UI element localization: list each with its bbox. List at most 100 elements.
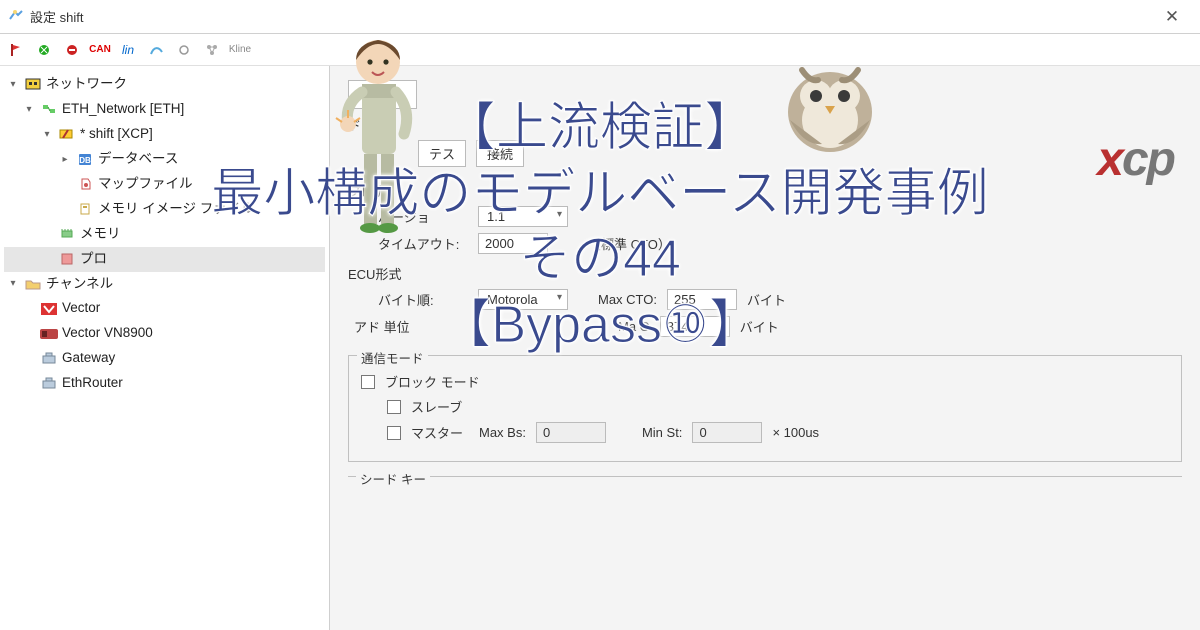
comm-mode-group: 通信モード ブロック モード スレーブ マスター Max Bs: 0 Min S… [348,355,1182,462]
flag-icon[interactable] [6,40,26,60]
label-max-dto: Ma O [618,319,650,334]
dto-unit: バイト [740,317,779,336]
label-version: バージョ [378,207,468,226]
tree-label: ETH_Network [ETH] [62,98,184,121]
expand-icon[interactable]: ▾ [40,126,54,143]
can-icon[interactable]: CAN [90,40,110,60]
app-icon [8,9,24,25]
tree-label: Gateway [62,347,115,370]
flexray-icon[interactable] [146,40,166,60]
tree-label: プロ [80,248,107,271]
label-minst: Min St: [642,425,682,440]
xcp-node-icon [58,126,76,142]
mapfile-icon [76,176,94,192]
vector-icon [40,301,58,317]
memimage-icon [76,201,94,217]
byteorder-select[interactable]: Motorola [478,289,568,310]
bug-green-icon[interactable] [34,40,54,60]
expand-icon[interactable]: ▾ [22,101,36,118]
protocol-icon [58,251,76,267]
tree-ch-vn8900[interactable]: Vector VN8900 [4,321,325,346]
folder-icon [24,276,42,292]
vn8900-icon [40,326,58,342]
minst-input[interactable]: 0 [692,422,762,443]
xcp-logo: xcp [1097,132,1174,187]
tabs: な設定 [348,80,1182,109]
expand-icon[interactable]: ▾ [6,275,20,292]
close-button[interactable]: ✕ [1152,3,1192,31]
label-do: ド [348,115,361,134]
comm-mode-title: 通信モード [357,348,428,367]
ecu-title: ECU形式 [348,264,1182,283]
tree-eth-network[interactable]: ▾ ETH_Network [ETH] [4,97,325,122]
tree-label: メモリ イメージ ファイル [98,198,254,221]
memory-icon [58,226,76,242]
tree-panel: ▾ ネットワーク ▾ ETH_Network [ETH] ▾ * shift [… [0,66,330,630]
label-block-mode: ブロック モード [385,372,480,391]
database-icon: DB [76,151,94,167]
tree-memimage[interactable]: メモリ イメージ ファイル [4,197,325,222]
label-maxbs: Max Bs: [479,425,526,440]
max-dto-input[interactable]: 374 [660,316,730,337]
titlebar: 設定 shift ✕ [0,0,1200,34]
timeout-input[interactable]: 2000 [478,233,548,254]
tree-label: チャンネル [46,273,113,296]
expand-icon[interactable]: ▸ [58,151,72,168]
tree-label: データベース [98,148,178,171]
slave-checkbox[interactable] [387,400,401,414]
tree-label: * shift [XCP] [80,123,153,146]
network-root-icon [24,76,42,92]
tree-label: マップファイル [98,173,193,196]
tree-label: EthRouter [62,372,123,395]
master-checkbox[interactable] [387,426,401,440]
minst-unit: × 100us [772,425,819,440]
bug-red-icon[interactable] [62,40,82,60]
label-byteorder: バイト順: [378,290,468,309]
label-protocol-layer: プロ 層 [348,181,391,200]
expand-icon[interactable]: ▾ [6,76,20,93]
max-cto-input[interactable]: 255 [667,289,737,310]
kline-icon[interactable]: Kline [230,40,250,60]
tree-protocol[interactable]: プロ [4,247,325,272]
timeout-unit: （標準 CTO） [588,234,671,253]
tree-network-root[interactable]: ▾ ネットワーク [4,72,325,97]
network-icon[interactable] [202,40,222,60]
tab-detail[interactable]: な設定 [348,80,417,109]
tree-ch-ethrouter[interactable]: EthRouter [4,371,325,396]
cto-unit: バイト [747,290,786,309]
label-max-cto: Max CTO: [598,292,657,307]
tree-label: Vector [62,297,100,320]
svg-text:DB: DB [79,156,91,165]
test-button[interactable]: テス [418,140,466,167]
tree-label: メモリ [80,223,121,246]
tree-ch-vector[interactable]: Vector [4,296,325,321]
block-mode-checkbox[interactable] [361,375,375,389]
settings-window: 設定 shift ✕ CAN lin Kline ▾ ネットワーク ▾ ETH_… [0,0,1200,630]
tree-label: ネットワーク [46,73,127,96]
version-select[interactable]: 1.1 [478,206,568,227]
tree-ch-gateway[interactable]: Gateway [4,346,325,371]
gateway-icon [40,351,58,367]
label-slave: スレーブ [411,397,462,416]
most-icon[interactable] [174,40,194,60]
body: ▾ ネットワーク ▾ ETH_Network [ETH] ▾ * shift [… [0,66,1200,630]
tree-memory[interactable]: メモリ [4,222,325,247]
label-addr: アド 単位 [354,317,468,336]
tree-database[interactable]: ▸ DB データベース [4,147,325,172]
lin-icon[interactable]: lin [118,40,138,60]
seed-key-title: シード キー [356,469,430,488]
maxbs-input[interactable]: 0 [536,422,606,443]
tree-label: Vector VN8900 [62,322,153,345]
tree-mapfile[interactable]: マップファイル [4,172,325,197]
detail-panel: xcp な設定 ド テス 接続 プロ 層 バージョ 1.1 タイムアウト: 20… [330,66,1200,630]
label-timeout: タイムアウト: [378,234,468,253]
label-master: マスター [411,423,469,442]
seed-key-group: シード キー [348,476,1182,499]
toolbar: CAN lin Kline [0,34,1200,66]
window-title: 設定 shift [30,7,83,26]
ethrouter-icon [40,376,58,392]
eth-icon [40,101,58,117]
connect-button[interactable]: 接続 [476,140,524,167]
tree-channel-root[interactable]: ▾ チャンネル [4,272,325,297]
tree-shift-xcp[interactable]: ▾ * shift [XCP] [4,122,325,147]
